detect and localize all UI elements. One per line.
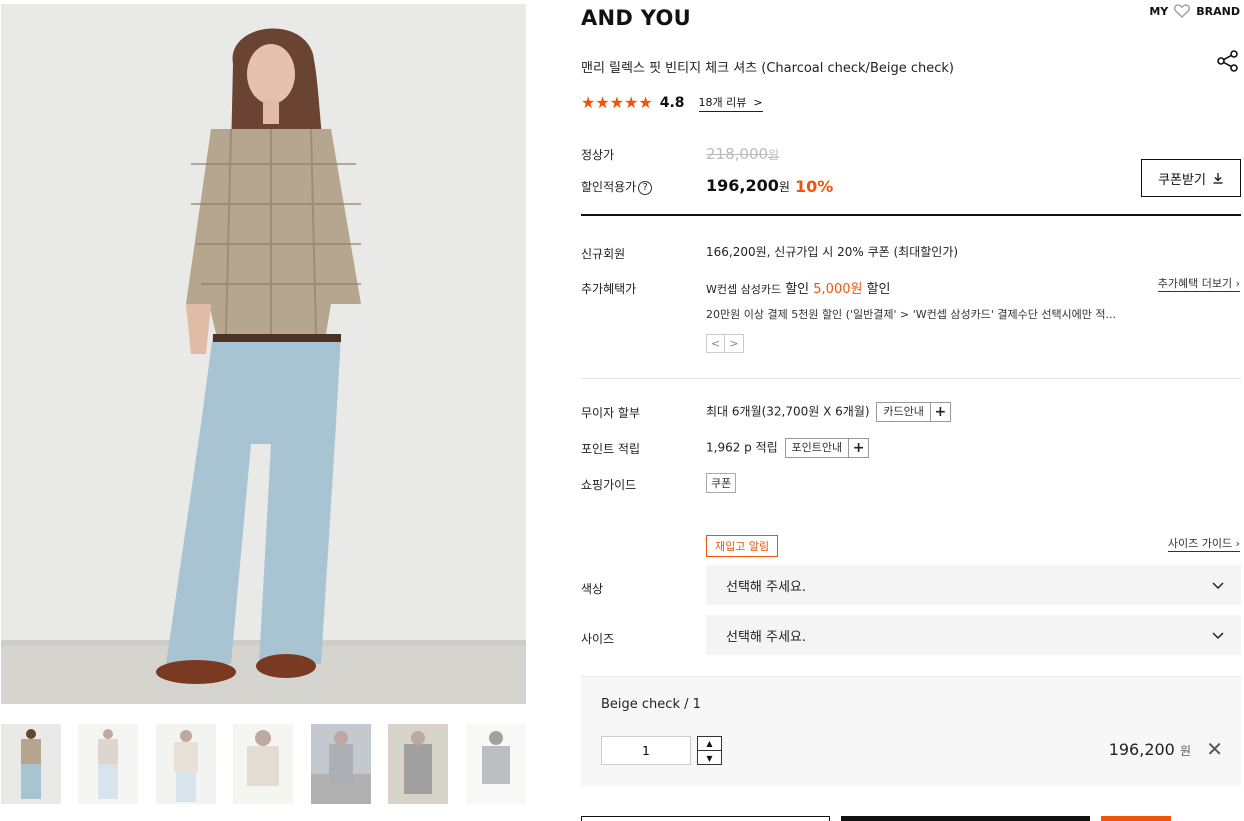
my-link[interactable]: MY <box>1149 5 1168 18</box>
size-guide-link[interactable]: 사이즈 가이드 › <box>1167 535 1240 552</box>
product-name: 맨리 릴렉스 핏 빈티지 체크 셔츠 (Charcoal check/Beige… <box>581 61 954 76</box>
size-label: 사이즈 <box>581 632 615 646</box>
star-icon: ★ <box>581 93 596 112</box>
installment-row: 최대 6개월(32,700원 X 6개월) 카드안내 + <box>706 402 951 422</box>
heart-icon[interactable] <box>1174 4 1191 18</box>
points-label: 포인트 적립 <box>581 442 641 456</box>
regular-price: 218,000원 <box>706 145 779 163</box>
gift-button[interactable] <box>1101 816 1171 821</box>
download-icon <box>1213 173 1223 184</box>
points-value: 1,962 p 적립 <box>706 440 778 455</box>
chevron-down-icon <box>1212 632 1224 640</box>
sale-price-unit: 원 <box>778 180 790 194</box>
extra-benefit-more-label: 추가혜택 더보기 <box>1157 277 1233 290</box>
top-links: MY BRAND <box>1149 4 1240 18</box>
thumbnail-1[interactable] <box>1 724 61 804</box>
shopping-guide-label: 쇼핑가이드 <box>581 478 637 492</box>
coupon-chip[interactable]: 쿠폰 <box>706 473 737 493</box>
cart-button[interactable] <box>581 816 830 821</box>
extra-benefit-note: 20만원 이상 결제 5천원 할인 ('일반결제' > 'W컨셉 삼성카드' 결… <box>706 308 1117 321</box>
price-divider <box>581 214 1241 216</box>
benefit-divider <box>581 378 1241 379</box>
quantity-stepper[interactable]: ▲ ▼ <box>697 736 722 765</box>
point-info-button[interactable]: 포인트안내 + <box>784 438 870 458</box>
pager-next-button[interactable]: > <box>725 334 744 353</box>
sale-price-label: 할인적용가? <box>581 178 653 195</box>
review-suffix: 개 리뷰 <box>712 96 747 109</box>
installment-value: 최대 6개월(32,700원 X 6개월) <box>706 404 870 419</box>
selected-price: 196,200 원 <box>1109 740 1191 759</box>
new-member-value: 166,200원, 신규가입 시 20% 쿠폰 (최대할인가) <box>706 245 959 259</box>
color-label: 색상 <box>581 582 604 596</box>
thumbnail-5[interactable] <box>311 724 371 804</box>
star-icon: ★ <box>609 93 625 112</box>
card-info-label: 카드안내 <box>883 405 924 418</box>
extra-benefit-label: 추가혜택가 <box>581 282 637 296</box>
extra-benefit-amount: 5,000원 <box>813 282 863 297</box>
regular-price-value: 218,000 <box>706 145 769 163</box>
quantity-input[interactable] <box>601 736 691 765</box>
brand-name[interactable]: AND YOU <box>581 6 691 30</box>
selected-price-unit: 원 <box>1179 744 1191 758</box>
points-row: 1,962 p 적립 포인트안내 + <box>706 438 870 458</box>
extra-benefit-more-link[interactable]: 추가혜택 더보기 › <box>1157 275 1240 292</box>
review-count: 18 <box>698 96 713 109</box>
discount-rate: 10% <box>795 177 834 196</box>
thumbnail-strip <box>1 724 526 804</box>
selected-option-name: Beige check / 1 <box>601 697 701 712</box>
extra-benefit-mid: 할인 <box>781 282 814 297</box>
coupon-button[interactable]: 쿠폰받기 <box>1141 159 1241 197</box>
thumbnail-6[interactable] <box>388 724 448 804</box>
star-icon: ★ <box>624 93 639 112</box>
thumbnail-2[interactable] <box>78 724 138 804</box>
sale-price: 196,200원 <box>706 176 790 195</box>
chevron-down-icon <box>1212 582 1224 590</box>
review-arrow: > <box>753 96 763 109</box>
plus-icon: + <box>848 439 868 457</box>
star-rating: ★ ★ ★ ★ ★ <box>581 94 653 112</box>
point-info-label: 포인트안내 <box>791 441 843 454</box>
size-select[interactable]: 선택해 주세요. <box>706 615 1241 655</box>
thumbnail-3[interactable] <box>156 724 216 804</box>
regular-price-unit: 원 <box>768 148 780 162</box>
thumbnail-7[interactable] <box>466 724 526 804</box>
review-link[interactable]: 18개 리뷰 > <box>698 94 763 112</box>
extra-benefit-suffix: 할인 <box>862 282 891 297</box>
card-info-button[interactable]: 카드안내 + <box>876 402 951 422</box>
rating-score: 4.8 <box>659 95 685 111</box>
star-icon: ★ <box>595 93 610 112</box>
selected-option-box: Beige check / 1 ▲ ▼ 196,200 원 ✕ <box>581 676 1241 786</box>
color-select[interactable]: 선택해 주세요. <box>706 565 1241 605</box>
restock-alert-button[interactable]: 재입고 알림 <box>706 535 779 557</box>
benefit-pager: < > <box>706 334 744 353</box>
pager-prev-button[interactable]: < <box>706 334 725 353</box>
selected-price-value: 196,200 <box>1108 740 1175 759</box>
main-product-image[interactable] <box>1 4 526 704</box>
star-icon: ★ <box>638 93 653 112</box>
question-icon[interactable]: ? <box>638 181 653 195</box>
close-icon[interactable]: ✕ <box>1206 739 1223 759</box>
size-select-value: 선택해 주세요. <box>726 629 807 645</box>
coupon-button-label: 쿠폰받기 <box>1158 172 1206 188</box>
buy-button[interactable] <box>841 816 1090 821</box>
regular-price-label: 정상가 <box>581 148 615 162</box>
color-select-value: 선택해 주세요. <box>726 579 807 595</box>
rating-row: ★ ★ ★ ★ ★ 4.8 18개 리뷰 > <box>581 94 763 112</box>
extra-benefit-value: W컨셉 삼성카드 할인 5,000원 할인 <box>706 278 891 297</box>
quantity-up-icon[interactable]: ▲ <box>698 737 721 751</box>
sale-price-label-text: 할인적용가 <box>581 180 637 194</box>
plus-icon: + <box>929 403 950 421</box>
extra-benefit-card: W컨셉 삼성카드 <box>706 283 782 296</box>
installment-label: 무이자 할부 <box>581 406 641 420</box>
thumbnail-4[interactable] <box>233 724 293 804</box>
brand-link[interactable]: BRAND <box>1196 5 1240 18</box>
new-member-label: 신규회원 <box>581 247 626 261</box>
sale-price-value: 196,200 <box>706 176 779 195</box>
share-icon[interactable] <box>1217 50 1239 72</box>
size-guide-label: 사이즈 가이드 <box>1167 537 1233 550</box>
quantity-down-icon[interactable]: ▼ <box>698 751 721 765</box>
